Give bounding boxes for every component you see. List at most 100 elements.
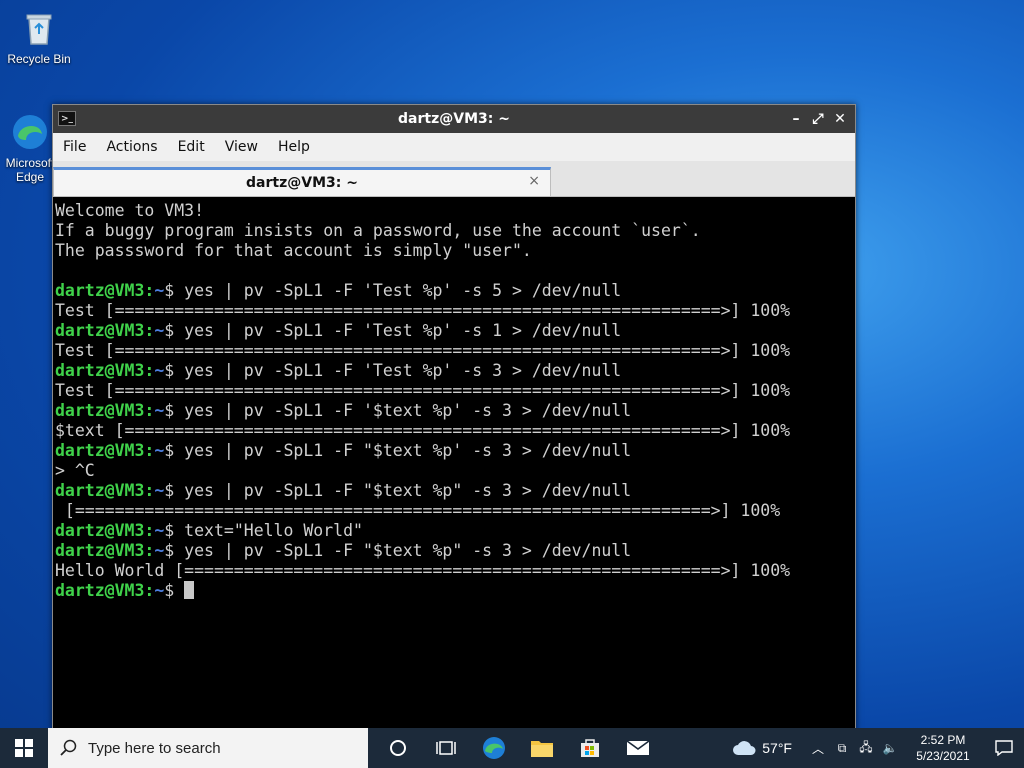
- weather-temperature: 57°F: [762, 740, 792, 756]
- terminal-line: dartz@VM3:~$: [55, 581, 853, 601]
- terminal-line: Hello World [===========================…: [55, 561, 791, 580]
- tab-bar: dartz@VM3: ~ ×: [53, 161, 855, 197]
- close-button[interactable]: ✕: [831, 109, 849, 129]
- store-icon: [581, 739, 599, 757]
- terminal-line: dartz@VM3:~$ text="Hello World": [55, 521, 853, 541]
- terminal-line: If a buggy program insists on a password…: [55, 221, 701, 240]
- prompt-separator: :: [144, 521, 155, 540]
- store-button[interactable]: [566, 728, 614, 768]
- prompt-symbol: $: [164, 481, 175, 500]
- taskbar-edge-button[interactable]: [470, 728, 518, 768]
- terminal-output[interactable]: Welcome to VM3! If a buggy program insist…: [53, 197, 855, 735]
- prompt-symbol: $: [164, 361, 175, 380]
- prompt-path: ~: [154, 401, 165, 420]
- prompt-user: dartz@VM3: [55, 361, 145, 380]
- mail-button[interactable]: [614, 728, 662, 768]
- terminal-window[interactable]: >_ dartz@VM3: ~ – ⤢ ✕ File Actions Edit …: [52, 104, 856, 736]
- prompt-symbol: $: [164, 441, 175, 460]
- terminal-line: dartz@VM3:~$ yes | pv -SpL1 -F "$text %p…: [55, 541, 853, 561]
- taskbar-search-box[interactable]: Type here to search: [48, 728, 368, 768]
- terminal-line: dartz@VM3:~$ yes | pv -SpL1 -F 'Test %p'…: [55, 321, 853, 341]
- tab-close-icon[interactable]: ×: [528, 173, 540, 189]
- file-explorer-button[interactable]: [518, 728, 566, 768]
- prompt-path: ~: [154, 581, 165, 600]
- system-tray: 57°F ︿ ⧉ 🖧 🔈 2:52 PM 5/23/2021: [732, 728, 1024, 768]
- menu-bar: File Actions Edit View Help: [53, 133, 855, 161]
- taskbar: Type here to search 57°F ︿ ⧉ 🖧 🔈 2:52 PM…: [0, 728, 1024, 768]
- network-button[interactable]: 🖧: [854, 728, 878, 768]
- cortana-button[interactable]: [374, 728, 422, 768]
- prompt-path: ~: [154, 281, 165, 300]
- clock-date: 5/23/2021: [916, 749, 970, 763]
- menu-file[interactable]: File: [53, 139, 96, 155]
- task-view-button[interactable]: [422, 728, 470, 768]
- command-text: yes | pv -SpL1 -F 'Test %p' -s 3 > /dev/…: [174, 361, 622, 380]
- mail-icon: [626, 740, 650, 755]
- prompt-separator: :: [144, 581, 155, 600]
- prompt-symbol: $: [164, 401, 175, 420]
- command-text: text="Hello World": [174, 521, 363, 540]
- edge-icon: [483, 737, 505, 759]
- action-center-button[interactable]: [984, 728, 1024, 768]
- command-text: yes | pv -SpL1 -F "$text %p' -s 3 > /dev…: [174, 441, 632, 460]
- chevron-up-icon: ︿: [811, 741, 824, 756]
- terminal-line: dartz@VM3:~$ yes | pv -SpL1 -F "$text %p…: [55, 441, 853, 461]
- prompt-user: dartz@VM3: [55, 321, 145, 340]
- network-icon: 🖧: [859, 739, 873, 754]
- minimize-button[interactable]: –: [787, 109, 805, 129]
- weather-widget[interactable]: 57°F: [732, 740, 792, 756]
- prompt-symbol: $: [164, 521, 175, 540]
- prompt-separator: :: [144, 361, 155, 380]
- prompt-path: ~: [154, 481, 165, 500]
- menu-help[interactable]: Help: [268, 139, 320, 155]
- command-text: yes | pv -SpL1 -F 'Test %p' -s 5 > /dev/…: [174, 281, 622, 300]
- menu-actions[interactable]: Actions: [96, 139, 167, 155]
- menu-edit[interactable]: Edit: [168, 139, 215, 155]
- terminal-line: Welcome to VM3!: [55, 201, 205, 220]
- prompt-user: dartz@VM3: [55, 401, 145, 420]
- command-text: yes | pv -SpL1 -F 'Test %p' -s 1 > /dev/…: [174, 321, 622, 340]
- cloud-icon: [733, 741, 756, 755]
- folder-icon: [531, 741, 553, 757]
- menu-view[interactable]: View: [215, 139, 268, 155]
- prompt-symbol: $: [164, 541, 175, 560]
- cortana-icon: [390, 740, 406, 756]
- terminal-line: [=======================================…: [55, 501, 781, 520]
- clock[interactable]: 2:52 PM 5/23/2021: [908, 732, 978, 764]
- search-placeholder: Type here to search: [88, 739, 221, 757]
- prompt-user: dartz@VM3: [55, 581, 145, 600]
- recycle-bin-label: Recycle Bin: [7, 52, 71, 66]
- recycle-bin-shortcut[interactable]: Recycle Bin: [4, 8, 74, 66]
- prompt-symbol: $: [164, 581, 175, 600]
- tab-terminal[interactable]: dartz@VM3: ~ ×: [53, 167, 551, 196]
- terminal-line: dartz@VM3:~$ yes | pv -SpL1 -F '$text %p…: [55, 401, 853, 421]
- speaker-icon: 🔈: [882, 741, 898, 755]
- prompt-user: dartz@VM3: [55, 541, 145, 560]
- prompt-user: dartz@VM3: [55, 281, 145, 300]
- restore-button[interactable]: ⤢: [809, 109, 827, 129]
- terminal-line: dartz@VM3:~$ yes | pv -SpL1 -F 'Test %p'…: [55, 281, 853, 301]
- volume-button[interactable]: 🔈: [878, 728, 902, 768]
- notification-icon: [995, 740, 1013, 756]
- clock-time: 2:52 PM: [920, 733, 966, 747]
- terminal-line: Test [==================================…: [55, 381, 791, 400]
- edge-icon: [10, 112, 50, 152]
- edge-shortcut[interactable]: Microsoft Edge: [0, 112, 60, 184]
- prompt-path: ~: [154, 541, 165, 560]
- prompt-separator: :: [144, 541, 155, 560]
- meet-now-icon: ⧉: [837, 740, 847, 755]
- prompt-separator: :: [144, 481, 155, 500]
- start-button[interactable]: [0, 728, 48, 768]
- terminal-line: dartz@VM3:~$ yes | pv -SpL1 -F "$text %p…: [55, 481, 853, 501]
- command-text: yes | pv -SpL1 -F "$text %p" -s 3 > /dev…: [174, 541, 632, 560]
- meet-now-button[interactable]: ⧉: [830, 728, 854, 768]
- prompt-symbol: $: [164, 281, 175, 300]
- prompt-path: ~: [154, 361, 165, 380]
- window-titlebar[interactable]: >_ dartz@VM3: ~ – ⤢ ✕: [53, 105, 855, 133]
- show-hidden-icons-button[interactable]: ︿: [806, 728, 830, 768]
- prompt-user: dartz@VM3: [55, 521, 145, 540]
- prompt-path: ~: [154, 521, 165, 540]
- terminal-line: > ^C: [55, 461, 95, 480]
- command-text: yes | pv -SpL1 -F "$text %p" -s 3 > /dev…: [174, 481, 632, 500]
